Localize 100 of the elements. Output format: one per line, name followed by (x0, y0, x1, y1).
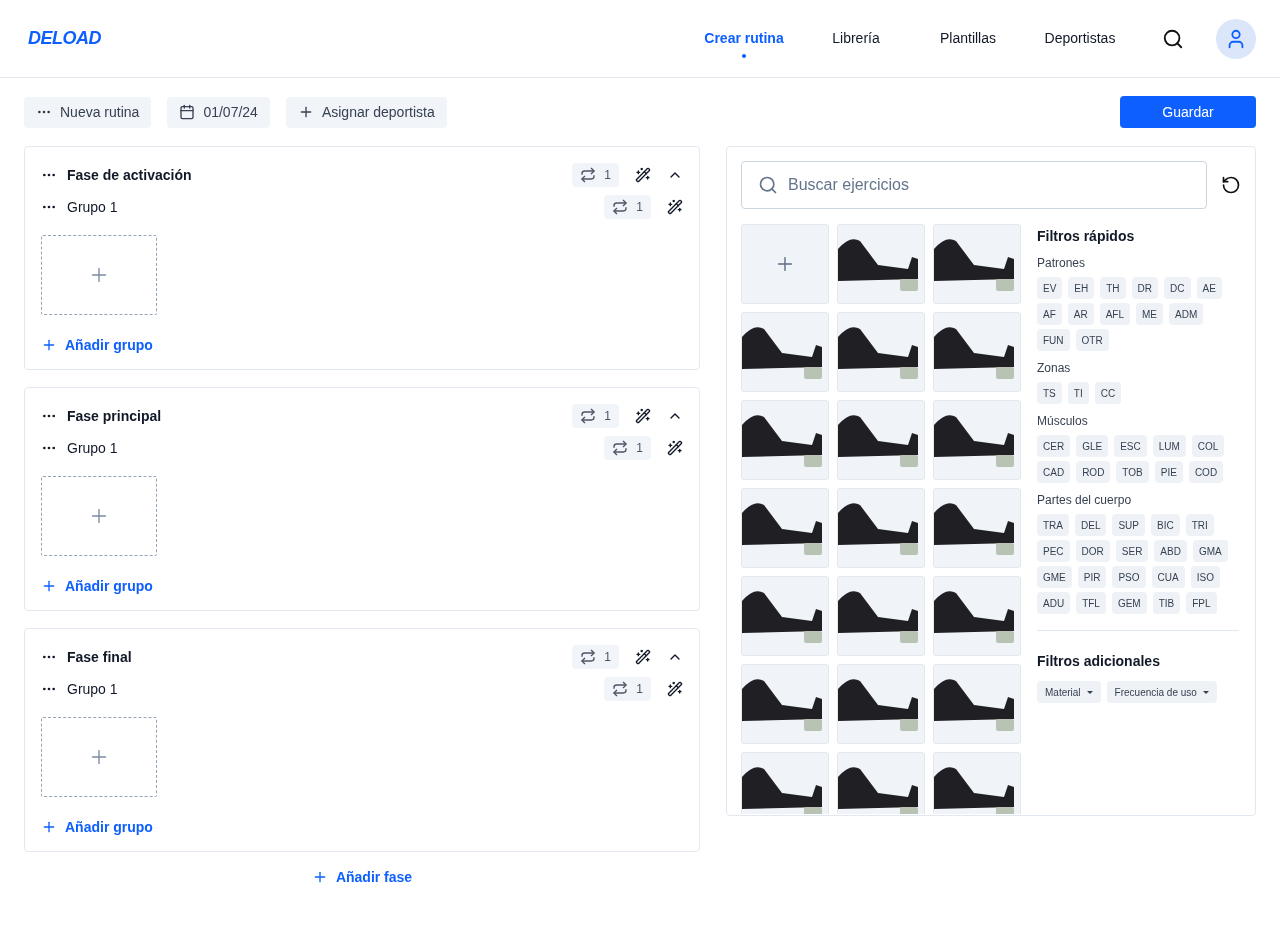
filter-chip[interactable]: DEL (1075, 514, 1107, 536)
reset-icon (1221, 175, 1241, 195)
filter-chip[interactable]: SER (1115, 540, 1149, 562)
filter-chip[interactable]: FPL (1186, 592, 1217, 614)
filter-group-title: Partes del cuerpo (1037, 493, 1133, 507)
filter-chip[interactable]: TIB (1152, 592, 1181, 614)
nav-tab[interactable]: Librería (800, 15, 912, 62)
filter-chip[interactable]: PEC (1037, 540, 1070, 562)
filter-chip[interactable]: COL (1191, 435, 1225, 457)
nav-tab[interactable]: Plantillas (912, 15, 1024, 62)
magic-wand-icon[interactable] (667, 681, 683, 697)
brand-logo[interactable]: DELOAD (28, 28, 101, 49)
filter-chip[interactable]: OTR (1075, 329, 1109, 351)
repeat-counter[interactable]: 1 (572, 163, 619, 187)
save-button[interactable]: Guardar (1120, 96, 1256, 128)
repeat-icon (612, 199, 629, 215)
nav-tab[interactable]: Deportistas (1024, 15, 1136, 62)
additional-filters-title: Filtros adicionales (1037, 653, 1161, 669)
repeat-icon (580, 649, 597, 665)
repeat-icon (580, 167, 597, 183)
magic-wand-icon[interactable] (667, 440, 683, 456)
plus-icon (41, 337, 57, 353)
filter-dropdown[interactable]: Frecuencia de uso (1106, 681, 1217, 703)
filter-chip[interactable]: ESC (1114, 435, 1147, 457)
magic-wand-icon[interactable] (667, 199, 683, 215)
routine-name-button[interactable]: Nueva rutina (24, 96, 152, 128)
add-group-link[interactable]: Añadir grupo (41, 819, 153, 835)
filter-chip[interactable]: AF (1037, 303, 1062, 325)
filter-chip[interactable]: AE (1196, 277, 1222, 299)
group-title: Grupo 1 (67, 440, 118, 456)
quick-filters-title: Filtros rápidos (1037, 228, 1136, 244)
repeat-icon (612, 681, 629, 697)
repeat-counter[interactable]: 1 (604, 677, 651, 701)
filter-chip[interactable]: COD (1188, 461, 1224, 483)
add-group-link[interactable]: Añadir grupo (41, 578, 153, 594)
filter-group-title: Patrones (1037, 256, 1087, 270)
filter-chip[interactable]: TRI (1185, 514, 1214, 536)
search-button[interactable] (1162, 27, 1184, 50)
nav-tab[interactable]: Crear rutina (688, 15, 800, 62)
filter-chip[interactable]: ADU (1037, 592, 1071, 614)
phase-title: Fase principal (67, 408, 162, 424)
filter-chip[interactable]: ROD (1076, 461, 1111, 483)
filter-chip[interactable]: AFL (1099, 303, 1131, 325)
filter-chip[interactable]: GEM (1111, 592, 1147, 614)
filter-chip[interactable]: PSO (1112, 566, 1146, 588)
filter-chip[interactable]: AR (1067, 303, 1094, 325)
filter-chip[interactable]: DR (1131, 277, 1159, 299)
filter-chip[interactable]: DC (1164, 277, 1191, 299)
magic-wand-icon[interactable] (635, 167, 651, 183)
filter-chip[interactable]: TI (1067, 382, 1089, 404)
assign-athlete-button[interactable]: Asignar deportista (285, 96, 447, 128)
filter-chip[interactable]: CAD (1037, 461, 1071, 483)
add-phase-link[interactable]: Añadir fase (311, 869, 413, 885)
user-avatar[interactable] (1216, 18, 1256, 59)
filter-chip[interactable]: ADM (1169, 303, 1204, 325)
repeat-icon (612, 440, 629, 456)
filter-chip[interactable]: TOB (1116, 461, 1149, 483)
magic-wand-icon[interactable] (635, 649, 651, 665)
filter-chip[interactable]: SUP (1112, 514, 1145, 536)
filter-chip[interactable]: CER (1037, 435, 1071, 457)
search-icon (1162, 27, 1184, 50)
search-field[interactable]: Buscar ejercicios (741, 161, 1207, 209)
filter-chip[interactable]: CUA (1151, 566, 1185, 588)
filter-chip[interactable]: GME (1037, 566, 1072, 588)
reset-button[interactable] (1221, 175, 1241, 195)
filter-chip[interactable]: PIR (1077, 566, 1107, 588)
filter-chip[interactable]: TFL (1076, 592, 1106, 614)
plus-icon (41, 819, 57, 835)
filter-chip[interactable]: PIE (1154, 461, 1183, 483)
repeat-counter[interactable]: 1 (604, 436, 651, 460)
filter-group-title: Músculos (1037, 414, 1089, 428)
filter-group-title: Zonas (1037, 361, 1072, 375)
filter-chip[interactable]: LUM (1152, 435, 1186, 457)
filter-chip[interactable]: TH (1100, 277, 1126, 299)
date-button[interactable]: 01/07/24 (167, 96, 270, 128)
filter-chip[interactable]: ME (1136, 303, 1164, 325)
add-exercise-tile[interactable] (741, 224, 829, 304)
phase-title: Fase de activación (67, 167, 192, 183)
filter-dropdown[interactable]: Material (1037, 681, 1101, 703)
filter-chip[interactable]: GLE (1076, 435, 1109, 457)
search-icon (758, 175, 778, 195)
filter-chip[interactable]: EH (1068, 277, 1095, 299)
filter-chip[interactable]: GMA (1192, 540, 1228, 562)
magic-wand-icon[interactable] (635, 408, 651, 424)
filter-chip[interactable]: TS (1037, 382, 1062, 404)
filter-chip[interactable]: TRA (1037, 514, 1069, 536)
filter-chip[interactable]: ISO (1190, 566, 1220, 588)
filter-chip[interactable]: DOR (1075, 540, 1110, 562)
filter-chip[interactable]: ABD (1154, 540, 1187, 562)
repeat-counter[interactable]: 1 (572, 404, 619, 428)
repeat-counter[interactable]: 1 (572, 645, 619, 669)
repeat-counter[interactable]: 1 (604, 195, 651, 219)
filter-chip[interactable]: BIC (1151, 514, 1180, 536)
group-title: Grupo 1 (67, 199, 118, 215)
group-title: Grupo 1 (67, 681, 118, 697)
filter-chip[interactable]: EV (1037, 277, 1063, 299)
add-group-link[interactable]: Añadir grupo (41, 337, 153, 353)
filter-chip[interactable]: FUN (1037, 329, 1070, 351)
phase-title: Fase final (67, 649, 132, 665)
filter-chip[interactable]: CC (1094, 382, 1122, 404)
